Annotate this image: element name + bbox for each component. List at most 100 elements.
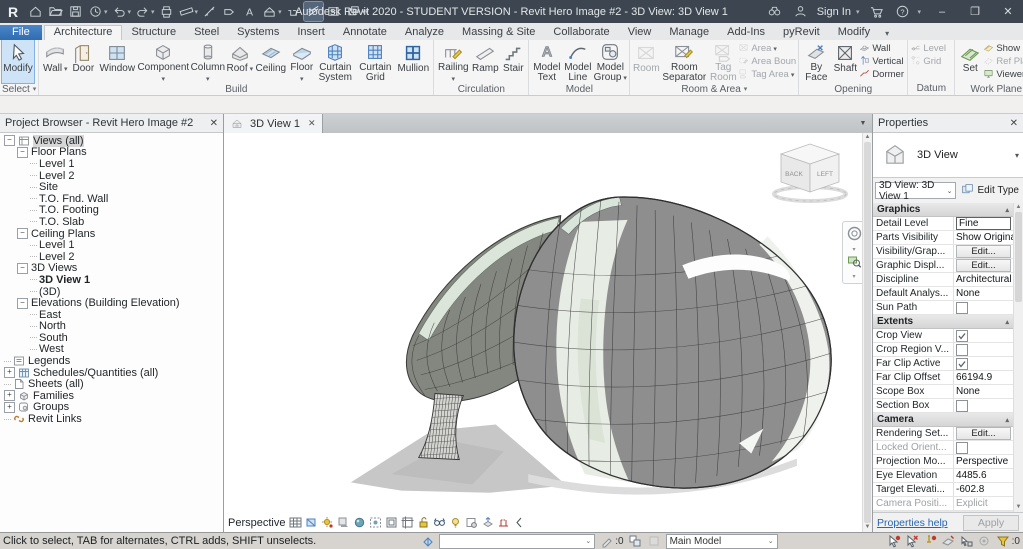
project-browser-close-icon[interactable]: ✕ <box>210 118 218 129</box>
panel-label-opening[interactable]: Opening <box>801 83 905 95</box>
dropdown-caret-icon[interactable]: ▾ <box>773 45 777 53</box>
select-underlay-icon[interactable] <box>905 534 920 548</box>
railing-button[interactable]: Railing ▾ <box>436 40 470 83</box>
view-cube[interactable]: BACK LEFT <box>770 137 850 206</box>
view-tab-3d-view-1[interactable]: 3D View 1 ✕ <box>224 114 323 133</box>
select-pinned-icon[interactable] <box>923 534 938 548</box>
rendering-set-edit-button[interactable]: Edit... <box>956 427 1011 440</box>
reveal-hidden-elements-icon[interactable] <box>448 516 462 530</box>
property-value[interactable]: -602.8 <box>954 483 1013 496</box>
panel-label-datum[interactable]: Datum <box>910 82 952 95</box>
panel-label-select[interactable]: Select▾ <box>2 83 36 95</box>
panel-label-model[interactable]: Model <box>531 83 627 95</box>
property-value[interactable]: None <box>954 287 1013 300</box>
close-inactive-windows-icon[interactable] <box>324 2 343 21</box>
tree-item-east[interactable]: East <box>0 309 223 321</box>
save-icon[interactable] <box>66 2 85 21</box>
ribbon-fold-icon[interactable]: ▾ <box>883 29 895 40</box>
zoom-region-icon[interactable] <box>847 254 862 272</box>
properties-scroll-thumb[interactable] <box>1015 212 1022 302</box>
expand-icon[interactable]: + <box>4 402 15 413</box>
panel-label-circulation[interactable]: Circulation <box>436 83 526 95</box>
tab-steel[interactable]: Steel <box>185 25 228 40</box>
minimize-button[interactable]: – <box>929 0 955 23</box>
panel-label-work-plane[interactable]: Work Plane <box>957 83 1023 95</box>
redo-icon[interactable] <box>133 2 152 21</box>
default-3d-view-icon[interactable] <box>260 2 279 21</box>
tree-item-3d-views[interactable]: −3D Views <box>0 263 223 275</box>
vertical-button[interactable]: Vertical <box>859 55 905 68</box>
reveal-constraints-icon[interactable] <box>496 516 510 530</box>
dormer-button[interactable]: Dormer <box>859 68 905 81</box>
design-options-icon[interactable] <box>628 534 643 548</box>
room-separator-button[interactable]: Room Separator <box>660 40 708 83</box>
collapse-icon[interactable]: − <box>17 147 28 158</box>
model-line-button[interactable]: Model Line <box>562 40 593 83</box>
window-button[interactable]: Window <box>97 40 137 83</box>
apply-button[interactable]: Apply <box>963 515 1019 531</box>
property-value[interactable] <box>954 329 1013 342</box>
scale-icon[interactable] <box>288 516 302 530</box>
workset-dropdown[interactable]: ⌄ <box>439 534 595 549</box>
door-button[interactable]: Door <box>69 40 97 83</box>
level-button[interactable]: Level <box>910 42 952 55</box>
customize-qat-icon[interactable]: ▾ <box>365 8 369 16</box>
tree-item-level-1[interactable]: Level 1 <box>0 239 223 251</box>
sun-path-icon[interactable] <box>320 516 334 530</box>
tree-item-ceiling-plans[interactable]: −Ceiling Plans <box>0 228 223 240</box>
mullion-button[interactable]: Mullion <box>395 40 431 83</box>
checkbox-unchecked[interactable] <box>956 302 968 314</box>
editable-elements-icon[interactable] <box>599 534 614 548</box>
tree-item-3d[interactable]: (3D) <box>0 286 223 298</box>
collapse-icon[interactable]: − <box>17 298 28 309</box>
component-button[interactable]: Component ▾ <box>137 40 189 83</box>
tree-item-t-o-footing[interactable]: T.O. Footing <box>0 205 223 217</box>
thin-lines-icon[interactable] <box>304 2 323 21</box>
tag-area-button[interactable]: Tag Area▾ <box>738 68 796 81</box>
tree-item-north[interactable]: North <box>0 321 223 333</box>
ramp-button[interactable]: Ramp <box>470 40 500 83</box>
project-browser-header[interactable]: Project Browser - Revit Hero Image #2 ✕ <box>0 114 223 133</box>
sync-with-central-caret-icon[interactable]: ▾ <box>104 8 108 16</box>
close-button[interactable]: ✕ <box>995 0 1021 23</box>
set-button[interactable]: Set <box>957 40 983 83</box>
drag-on-selection-icon[interactable] <box>959 534 974 548</box>
properties-scrollbar[interactable]: ▲ ▼ <box>1013 203 1023 512</box>
temporary-view-properties-icon[interactable] <box>464 516 478 530</box>
show-crop-region-icon[interactable] <box>400 516 414 530</box>
panel-label-build[interactable]: Build <box>41 83 431 95</box>
tab-collaborate[interactable]: Collaborate <box>544 25 618 40</box>
section-header-extents[interactable]: Extents▴ <box>873 315 1013 329</box>
tab-pyrevit[interactable]: pyRevit <box>774 25 829 40</box>
tree-item-level-2[interactable]: Level 2 <box>0 170 223 182</box>
visual-style-icon[interactable] <box>304 516 318 530</box>
tab-architecture[interactable]: Architecture <box>44 25 123 40</box>
tab-file[interactable]: File <box>0 25 42 40</box>
grid-button[interactable]: Grid <box>910 55 952 68</box>
filter-icon[interactable] <box>996 534 1011 548</box>
home-icon[interactable] <box>26 2 45 21</box>
tree-item-level-1[interactable]: Level 1 <box>0 158 223 170</box>
checkbox-unchecked[interactable] <box>956 442 968 454</box>
tab-systems[interactable]: Systems <box>228 25 288 40</box>
sync-with-central-icon[interactable] <box>86 2 105 21</box>
property-value[interactable]: Perspective <box>954 455 1013 468</box>
property-value[interactable] <box>954 343 1013 356</box>
checkbox-unchecked[interactable] <box>956 400 968 412</box>
property-value[interactable] <box>954 441 1013 454</box>
tree-item-sheets-all[interactable]: Sheets (all) <box>0 378 223 390</box>
curtain-system-button[interactable]: Curtain System <box>315 40 355 83</box>
tree-item-3d-view-1[interactable]: 3D View 1 <box>0 274 223 286</box>
model-text-button[interactable]: AModel Text <box>531 40 562 83</box>
switch-windows-icon[interactable] <box>344 2 363 21</box>
zoom-caret-icon[interactable]: ▾ <box>852 273 855 280</box>
tree-item-groups[interactable]: +Groups <box>0 402 223 414</box>
rendering-dialog-icon[interactable] <box>352 516 366 530</box>
section-header-camera[interactable]: Camera▴ <box>873 413 1013 427</box>
collapse-icon[interactable]: − <box>17 228 28 239</box>
redo-caret-icon[interactable]: ▾ <box>151 8 155 16</box>
area-boundary-button[interactable]: Area Boundary <box>738 55 796 68</box>
ceiling-button[interactable]: Ceiling <box>253 40 288 83</box>
tag-by-category-icon[interactable] <box>220 2 239 21</box>
section-icon[interactable] <box>284 2 303 21</box>
